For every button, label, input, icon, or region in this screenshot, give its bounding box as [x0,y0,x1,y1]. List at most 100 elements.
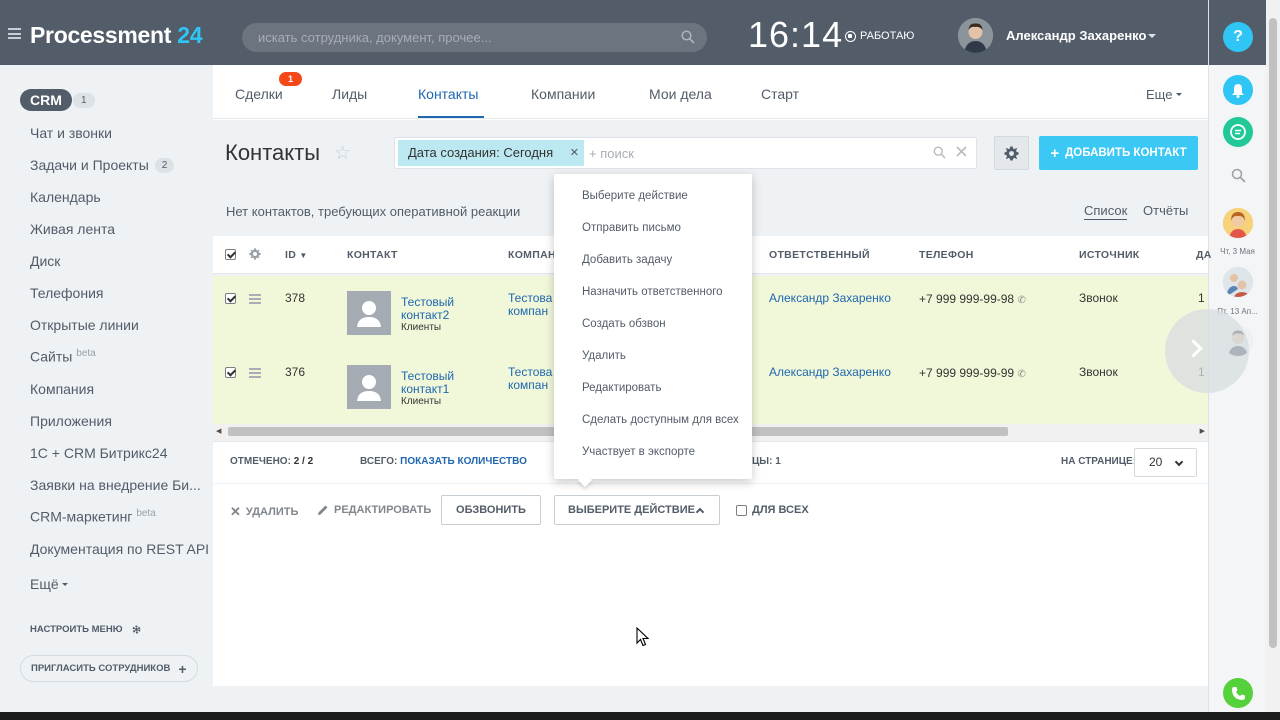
user-name[interactable]: Александр Захаренко [1006,28,1146,43]
menu-item-crm[interactable]: CRM [20,89,72,111]
sidebar-item[interactable]: Задачи и Проекты 2 [30,157,175,173]
settings-button[interactable] [994,136,1029,170]
view-list-link[interactable]: Список [1084,203,1128,220]
sidebar-item[interactable]: Документация по REST API [30,541,209,557]
chat-button[interactable] [1223,117,1253,147]
tabs-more-button[interactable]: Еще [1146,87,1183,102]
tab[interactable]: Лиды [332,86,367,102]
favorite-star-icon[interactable]: ☆ [334,142,351,165]
contact-name-line2[interactable]: контакт1 [401,382,449,396]
clear-filter-icon[interactable] [956,146,967,157]
notifications-button[interactable] [1223,75,1253,105]
column-header-company[interactable]: КОМПАН [508,249,556,261]
sidebar-item[interactable]: Сайты beta [30,348,96,365]
menu-hamburger-icon[interactable] [8,28,21,39]
company-name-line2[interactable]: компан [508,304,548,318]
sidebar-item[interactable]: Ещё [30,576,68,592]
sidebar-item[interactable]: Живая лента [30,221,115,237]
contact-name-line1[interactable]: Тестовый [401,369,454,383]
sidebar-item[interactable]: Телефония [30,285,103,301]
scroll-right-icon[interactable]: ▶ [1200,427,1205,435]
responsible-link[interactable]: Александр Захаренко [769,365,891,379]
phone-call-icon[interactable]: ✆ [1017,295,1025,306]
row-checkbox[interactable] [225,367,236,378]
phone-value[interactable]: +7 999 999-99-99 ✆ [919,366,1026,380]
row-checkbox[interactable] [225,293,236,304]
company-name-line1[interactable]: Тестова [508,291,552,305]
global-search[interactable] [242,23,707,52]
tab[interactable]: Контакты [418,86,478,102]
close-icon[interactable]: ✕ [570,140,579,166]
responsible-link[interactable]: Александр Захаренко [769,291,891,305]
column-header-contact[interactable]: КОНТАКТ [347,249,398,261]
dropdown-item[interactable]: Участвует в экспорте [582,446,695,458]
show-count-link[interactable]: ПОКАЗАТЬ КОЛИЧЕСТВО [400,456,527,467]
sidebar-item[interactable]: Приложения [30,413,112,429]
contact-photo[interactable] [347,365,391,409]
global-search-input[interactable] [258,23,668,52]
phone-call-icon[interactable]: ✆ [1017,369,1025,380]
contact-name-line1[interactable]: Тестовый [401,295,454,309]
search-icon[interactable] [681,30,695,44]
for-all-checkbox[interactable] [736,504,747,516]
tab[interactable]: Старт [761,86,799,102]
column-header-source[interactable]: ИСТОЧНИК [1079,249,1140,261]
sidebar-item[interactable]: Заявки на внедрение Би... [30,477,201,493]
rail-search-button[interactable] [1223,160,1253,190]
row-menu-icon[interactable] [249,294,261,304]
select-all-checkbox[interactable] [225,249,236,260]
row-menu-icon[interactable] [249,368,261,378]
column-header-phone[interactable]: ТЕЛЕФОН [919,249,974,261]
invite-users-button[interactable]: ПРИГЛАСИТЬ СОТРУДНИКОВ + [20,655,198,682]
company-name-line2[interactable]: компан [508,378,548,392]
tab[interactable]: Компании [531,86,595,102]
phone-value[interactable]: +7 999 999-99-98 ✆ [919,292,1026,306]
for-all-option[interactable]: ДЛЯ ВСЕХ [736,504,809,516]
user-menu-caret-icon[interactable] [1148,34,1156,38]
search-icon[interactable] [933,146,946,159]
dropdown-item[interactable]: Сделать доступным для всех [582,414,739,426]
column-header-responsible[interactable]: ОТВЕТСТВЕННЫЙ [769,249,870,261]
logo[interactable]: Processment 24 [30,22,203,49]
dropdown-item[interactable]: Отправить письмо [582,222,681,234]
page-scrollbar-thumb[interactable] [1269,18,1277,648]
contact-name-line2[interactable]: контакт2 [401,308,449,322]
per-page-select[interactable]: 20 [1134,448,1197,477]
dropdown-item[interactable]: Удалить [582,350,626,362]
call-list-button[interactable]: ОБЗВОНИТЬ [441,495,541,525]
filter-chip[interactable]: Дата создания: Сегодня ✕ [398,140,584,166]
filter-search-input[interactable]: + поиск [589,146,634,161]
dropdown-item[interactable]: Добавить задачу [582,254,672,266]
clock[interactable]: 16:14 [748,14,843,56]
delete-action-button[interactable]: ✕ УДАЛИТЬ [230,504,298,520]
dropdown-item[interactable]: Редактировать [582,382,661,394]
dropdown-item[interactable]: Создать обзвон [582,318,666,330]
column-header-extra[interactable]: ДА [1196,249,1212,261]
edit-action-button[interactable]: РЕДАКТИРОВАТЬ [317,504,431,516]
scroll-left-icon[interactable]: ◀ [216,427,221,435]
contact-photo[interactable] [347,291,391,335]
add-contact-button[interactable]: + ДОБАВИТЬ КОНТАКТ [1039,136,1198,170]
configure-menu-button[interactable]: НАСТРОИТЬ МЕНЮ [30,624,142,635]
dropdown-item[interactable]: Назначить ответственного [582,286,723,298]
sidebar-item[interactable]: CRM-маркетинг beta [30,508,156,525]
sidebar-item[interactable]: Открытые линии [30,317,139,333]
sidebar-item[interactable]: Компания [30,381,94,397]
sidebar-item[interactable]: 1С + CRM Битрикс24 [30,445,168,461]
recent-chat-avatar[interactable] [1223,267,1253,297]
tab[interactable]: Сделки [235,86,283,102]
phone-button[interactable] [1223,678,1253,708]
sidebar-item[interactable]: Диск [30,253,60,269]
company-name-line1[interactable]: Тестова [508,365,552,379]
tab[interactable]: Мои дела [649,86,712,102]
scroll-table-right-button[interactable] [1165,309,1249,393]
user-avatar[interactable] [958,18,993,53]
recent-chat-avatar[interactable] [1223,208,1253,238]
help-button[interactable]: ? [1223,22,1253,52]
sidebar-item[interactable]: Календарь [30,189,101,205]
sidebar-item[interactable]: Чат и звонки [30,125,112,141]
choose-action-select[interactable]: ВЫБЕРИТЕ ДЕЙСТВИЕ [554,495,720,525]
column-header-id[interactable]: ID ▼ [285,249,308,261]
gear-icon[interactable] [249,248,261,260]
work-status[interactable]: РАБОТАЮ [845,30,914,42]
